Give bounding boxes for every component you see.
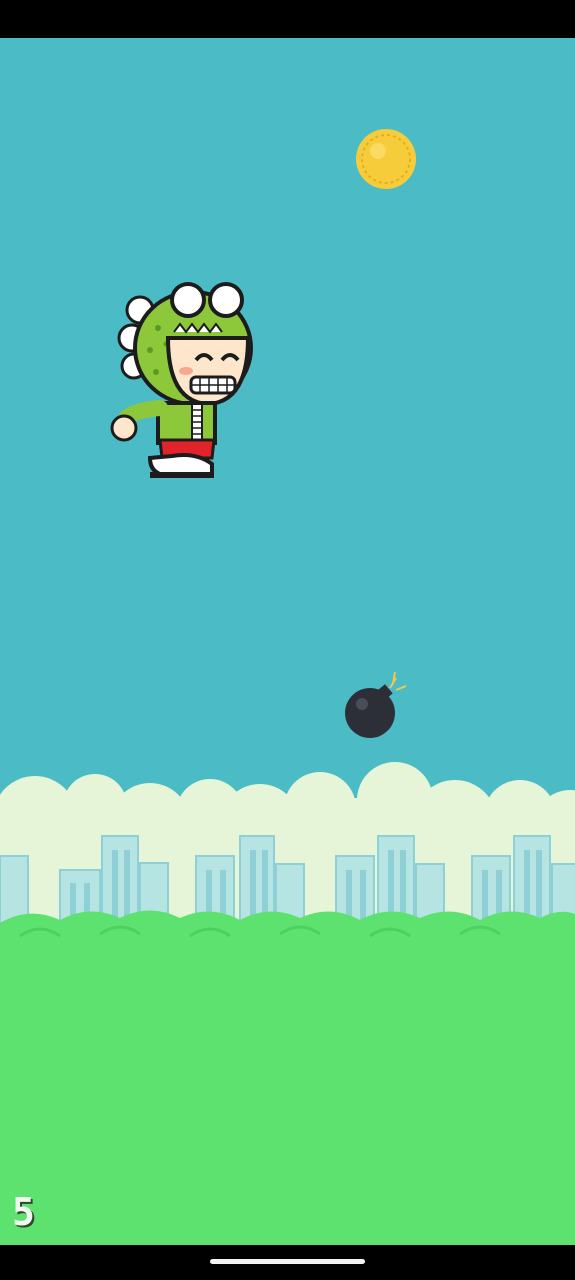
game-scene [0, 129, 575, 1245]
game-screen[interactable]: 5 [0, 0, 575, 1280]
status-bar [0, 0, 575, 38]
ground [0, 910, 575, 1245]
score-counter: 5 [12, 1190, 36, 1234]
home-indicator[interactable] [210, 1259, 365, 1264]
coin-icon [356, 129, 416, 189]
navigation-bar [0, 1245, 575, 1280]
player-character [110, 282, 253, 478]
bomb-icon [345, 671, 407, 738]
game-area[interactable]: 5 [0, 38, 575, 1245]
